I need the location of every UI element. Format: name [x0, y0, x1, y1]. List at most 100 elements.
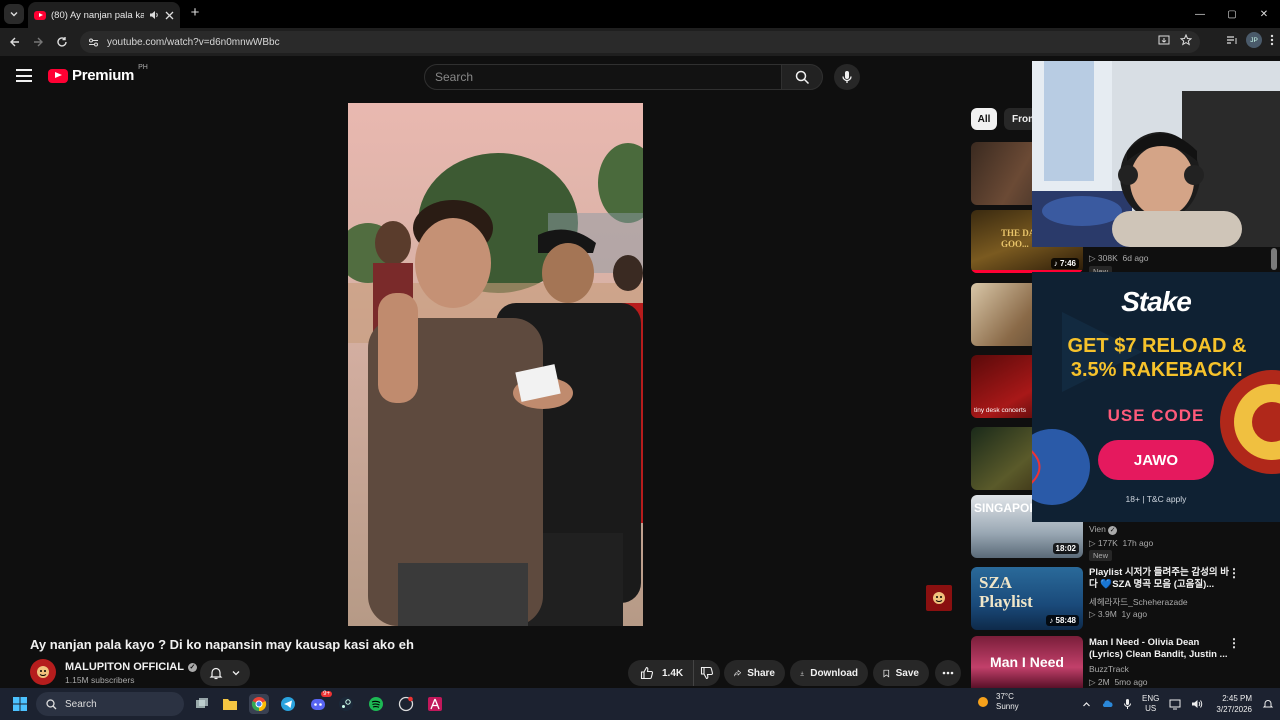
- maximize-button[interactable]: ▢: [1216, 0, 1248, 28]
- voice-search-button[interactable]: [834, 64, 860, 90]
- spotify-icon[interactable]: [366, 694, 386, 714]
- minimize-button[interactable]: —: [1184, 0, 1216, 28]
- search-box: [424, 64, 782, 90]
- search-icon: [46, 698, 57, 709]
- channel-name[interactable]: MALUPITON OFFICIAL ✓: [65, 661, 197, 673]
- taskbar-search[interactable]: Search: [36, 692, 184, 716]
- reco-meta-6: ▷ 177K 17h ago: [1089, 538, 1154, 548]
- audio-playing-icon[interactable]: [149, 10, 160, 20]
- ad-headline: GET $7 RELOAD & 3.5% RAKEBACK!: [1067, 335, 1247, 381]
- ad-promo-code-button[interactable]: JAWO: [1098, 440, 1214, 480]
- microphone-icon[interactable]: [1123, 698, 1132, 710]
- reco-title-8[interactable]: Man I Need - Olivia Dean (Lyrics) Clean …: [1089, 637, 1229, 661]
- profile-avatar[interactable]: JP: [1246, 32, 1262, 48]
- address-bar[interactable]: youtube.com/watch?v=d6n0mnwWBbc: [80, 31, 1200, 53]
- hamburger-menu-icon[interactable]: [16, 69, 32, 83]
- weather-widget[interactable]: 37°C Sunny: [976, 692, 1019, 712]
- network-icon[interactable]: [1169, 698, 1181, 710]
- download-button[interactable]: Download: [790, 660, 868, 686]
- scrollbar-thumb[interactable]: [1271, 248, 1277, 270]
- close-window-button[interactable]: ✕: [1248, 0, 1280, 28]
- search-input[interactable]: [435, 70, 781, 84]
- youtube-premium-logo[interactable]: Premium PH: [48, 64, 148, 84]
- close-tab-icon[interactable]: [165, 11, 174, 20]
- input-language[interactable]: ENG US: [1142, 694, 1159, 714]
- save-button[interactable]: Save: [873, 660, 929, 686]
- verified-check-icon: ✓: [1108, 525, 1118, 535]
- bookmark-icon: [883, 669, 890, 678]
- reco-thumbnail-7[interactable]: SZA Playlist ♪ 58:48: [971, 567, 1083, 630]
- chevron-down-icon: [232, 671, 240, 676]
- new-tab-button[interactable]: +: [186, 4, 204, 22]
- site-info-icon[interactable]: [88, 37, 99, 48]
- file-explorer-icon[interactable]: [220, 694, 240, 714]
- steam-icon[interactable]: [336, 694, 356, 714]
- download-icon: [800, 671, 804, 676]
- youtube-favicon-icon: [34, 10, 46, 20]
- notification-bell-button[interactable]: [200, 660, 250, 686]
- discord-icon[interactable]: 9+: [308, 691, 332, 714]
- reco-thumbnail-8[interactable]: Man I Need: [971, 636, 1083, 688]
- reload-button[interactable]: [52, 32, 72, 52]
- clock-time: 2:45 PM: [1222, 694, 1252, 703]
- reco-title-7[interactable]: Playlist 시저가 들려주는 감성의 바다 💙SZA 명곡 모음 (고음질…: [1089, 567, 1229, 591]
- chip-all[interactable]: All: [971, 108, 997, 130]
- more-menu-icon[interactable]: [1270, 34, 1274, 46]
- channel-avatar[interactable]: [30, 659, 56, 685]
- share-button[interactable]: Share: [724, 660, 785, 686]
- browser-toolbar: youtube.com/watch?v=d6n0mnwWBbc JP: [0, 28, 1280, 56]
- video-player[interactable]: [348, 103, 643, 626]
- reco-meta-8: ▷ 2M 5mo ago: [1089, 677, 1148, 687]
- taskbar-search-label: Search: [65, 698, 97, 710]
- discord-notification-badge: 9+: [321, 691, 332, 697]
- volume-icon[interactable]: [1191, 698, 1203, 710]
- task-view-icon[interactable]: [192, 694, 212, 714]
- github-desktop-icon[interactable]: [396, 694, 416, 714]
- browser-tab-active[interactable]: (80) Ay nanjan pala kayo ? D: [28, 2, 180, 28]
- app-launcher-icon[interactable]: [425, 694, 445, 714]
- tab-title: (80) Ay nanjan pala kayo ? D: [51, 9, 144, 21]
- duration-badge: ♪ 58:48: [1046, 615, 1079, 626]
- like-button[interactable]: 1.4K: [628, 660, 695, 686]
- windows-start-button[interactable]: [10, 694, 30, 714]
- more-actions-button[interactable]: [935, 660, 961, 686]
- channel-mascot-icon: [933, 592, 945, 604]
- tab-search-button[interactable]: [4, 4, 24, 24]
- chevron-up-icon[interactable]: [1082, 700, 1091, 709]
- reco-more-button[interactable]: ⋮: [1228, 636, 1240, 650]
- reco-channel-6: Vien ✓: [1089, 524, 1118, 535]
- browser-tabstrip: (80) Ay nanjan pala kayo ? D + — ▢ ✕: [0, 0, 1280, 28]
- subscriber-count: 1.15M subscribers: [65, 675, 135, 685]
- notifications-icon[interactable]: [1262, 698, 1274, 710]
- system-clock[interactable]: 2:45 PM 3/27/2026: [1210, 693, 1252, 715]
- weather-condition-text: Sunny: [996, 702, 1019, 711]
- temperature-text: 37°C: [996, 692, 1014, 701]
- url-text: youtube.com/watch?v=d6n0mnwWBbc: [107, 36, 280, 48]
- channel-watermark-logo[interactable]: [926, 585, 952, 611]
- media-control-icon[interactable]: [1226, 34, 1238, 46]
- back-button[interactable]: [5, 32, 25, 52]
- install-app-icon[interactable]: [1158, 34, 1170, 46]
- duration-badge: 18:02: [1052, 543, 1079, 554]
- cloud-sync-icon[interactable]: [1101, 698, 1113, 710]
- share-label: Share: [747, 667, 775, 679]
- download-label: Download: [810, 667, 858, 679]
- windows-taskbar: Search 9+ 37°C Sunny ENG US 2:45 PM 3/27…: [0, 688, 1280, 720]
- chrome-taskbar-icon[interactable]: [249, 694, 269, 714]
- forward-button[interactable]: [28, 32, 48, 52]
- streamer-webcam-overlay: [1032, 61, 1280, 247]
- search-button[interactable]: [781, 64, 823, 90]
- logo-region: PH: [138, 64, 148, 71]
- ad-code-label: USE CODE: [1107, 406, 1205, 425]
- ad-brand-logo: Stake: [1121, 286, 1192, 317]
- bell-icon: [209, 667, 223, 680]
- dislike-button[interactable]: [694, 660, 720, 686]
- telegram-icon[interactable]: [278, 694, 298, 714]
- bookmark-star-icon[interactable]: [1180, 34, 1192, 46]
- arrow-right-icon: [34, 37, 43, 47]
- thumbs-up-icon: [640, 666, 654, 680]
- sun-icon: [978, 697, 988, 707]
- stake-advertisement[interactable]: Stake GET $7 RELOAD & 3.5% RAKEBACK! USE…: [1032, 272, 1280, 522]
- reco-more-button[interactable]: ⋮: [1228, 566, 1240, 580]
- arrow-left-icon: [10, 37, 19, 47]
